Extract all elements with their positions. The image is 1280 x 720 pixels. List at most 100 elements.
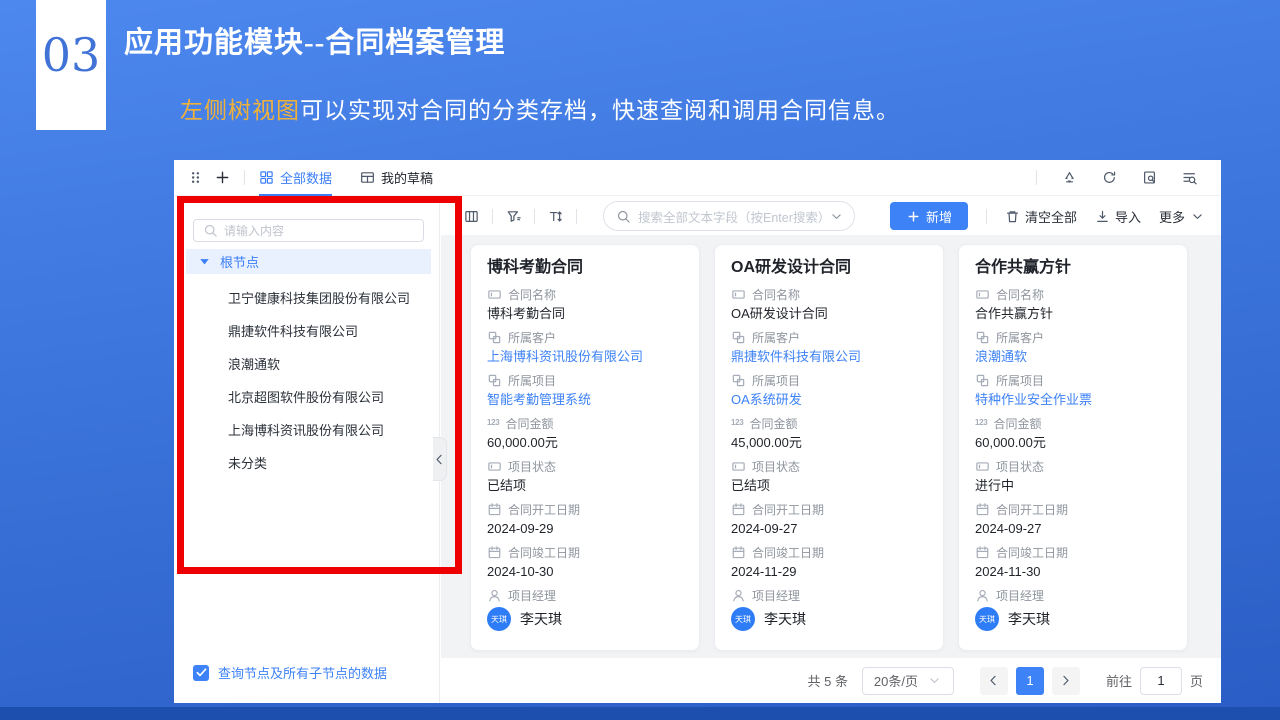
goto-page-input[interactable] (1139, 666, 1182, 695)
customer-link[interactable]: 浪潮通软 (975, 349, 1171, 365)
table-view-icon (360, 170, 375, 185)
current-page-button[interactable]: 1 (1015, 666, 1044, 695)
recycle-icon[interactable] (1062, 170, 1077, 185)
customer-link[interactable]: 上海博科资讯股份有限公司 (487, 349, 683, 365)
goto-prefix: 前往 (1105, 674, 1132, 689)
tree-item[interactable]: 卫宁健康科技集团股份有限公司 (228, 282, 433, 315)
tree-search-placeholder: 请输入内容 (224, 224, 285, 238)
field-label: 合同开工日期 (996, 502, 1069, 517)
record-lookup-icon[interactable] (1142, 170, 1157, 185)
subtitle-highlight: 左侧树视图 (180, 98, 300, 123)
avatar: 天琪 (731, 607, 755, 631)
filter-icon[interactable] (506, 209, 521, 224)
page-size-select[interactable]: 20条/页 (861, 666, 954, 695)
calendar-icon (487, 545, 502, 560)
tree-item[interactable]: 浪潮通软 (228, 348, 433, 381)
person-icon (487, 588, 502, 603)
search-icon (616, 209, 631, 224)
search-icon (203, 223, 218, 238)
list-search-icon[interactable] (1182, 170, 1197, 185)
text-field-icon (975, 287, 990, 302)
tree-root-node[interactable]: 根节点 (186, 249, 431, 274)
card-title: 博科考勤合同 (487, 259, 584, 276)
total-count: 共 5 条 (807, 674, 848, 689)
tree-item[interactable]: 鼎捷软件科技有限公司 (228, 315, 433, 348)
card-view-icon[interactable] (464, 209, 479, 224)
field-label: 合同竣工日期 (508, 545, 581, 560)
calendar-icon (731, 545, 746, 560)
relation-icon (975, 330, 990, 345)
field-value: 2024-10-30 (487, 564, 554, 579)
contract-card[interactable]: OA研发设计合同 合同名称 OA研发设计合同 所属客户 鼎捷软件科技有限公司 所属项… (714, 244, 944, 651)
chevron-right-icon (1058, 673, 1073, 688)
field-label: 合同名称 (508, 287, 557, 302)
prev-page-button[interactable] (979, 666, 1008, 695)
pager: 1 (979, 666, 1080, 695)
text-sort-icon[interactable] (548, 209, 563, 224)
tree-item[interactable]: 北京超图软件股份有限公司 (228, 381, 433, 414)
add-record-button[interactable]: 新增 (889, 202, 968, 230)
clear-all-button[interactable]: 清空全部 (1005, 207, 1077, 226)
bottom-accent-bar (0, 707, 1280, 720)
trash-icon (1005, 209, 1020, 224)
customer-link[interactable]: 鼎捷软件科技有限公司 (731, 349, 927, 365)
more-button[interactable]: 更多 (1159, 207, 1205, 226)
relation-icon (731, 330, 746, 345)
number-icon: 123 (975, 418, 988, 427)
import-icon (1095, 209, 1110, 224)
tab-my-drafts[interactable]: 我的草稿 (360, 160, 433, 196)
field-label: 合同金额 (505, 416, 554, 431)
field-label: 所属客户 (752, 330, 801, 345)
project-link[interactable]: 智能考勤管理系统 (487, 392, 683, 408)
pagination-bar: 共 5 条 20条/页 1 前往 页 (441, 658, 1221, 703)
divider (985, 208, 987, 224)
manager-name: 李天琪 (764, 611, 806, 627)
slide-background: { "slide": { "badge_number": "03", "titl… (0, 0, 1280, 720)
field-label: 合同金额 (749, 416, 798, 431)
slide-title: 应用功能模块--合同档案管理 (124, 27, 506, 59)
tab-all-data[interactable]: 全部数据 (259, 160, 333, 197)
field-value: 2024-11-30 (975, 564, 1041, 579)
field-label: 项目状态 (996, 459, 1045, 474)
import-button[interactable]: 导入 (1095, 207, 1141, 226)
tree-root-label: 根节点 (220, 255, 260, 270)
global-search-input[interactable]: 搜索全部文本字段（按Enter搜索） (603, 201, 855, 231)
tab-label: 全部数据 (280, 171, 333, 186)
drag-handle-icon[interactable] (188, 170, 203, 185)
contract-card[interactable]: 合作共赢方针 合同名称 合作共赢方针 所属客户 浪潮通软 所属项目 特种作业安全作业票… (958, 244, 1188, 651)
tree-footer-checkbox[interactable]: 查询节点及所有子节点的数据 (193, 663, 387, 682)
tree-items: 卫宁健康科技集团股份有限公司 鼎捷软件科技有限公司 浪潮通软 北京超图软件股份有… (228, 282, 433, 480)
page-size-value: 20条/页 (873, 674, 918, 689)
tree-search-input[interactable]: 请输入内容 (193, 219, 424, 242)
text-field-icon (487, 287, 502, 302)
next-page-button[interactable] (1051, 666, 1080, 695)
slide-number-box: 03 (36, 0, 106, 130)
add-view-button[interactable] (215, 170, 230, 185)
project-link[interactable]: OA系统研发 (731, 392, 927, 408)
field-value: 2024-09-29 (487, 521, 554, 536)
person-icon (975, 588, 990, 603)
relation-icon (975, 373, 990, 388)
refresh-icon[interactable] (1102, 170, 1117, 185)
field-label: 所属客户 (996, 330, 1045, 345)
add-button-label: 新增 (925, 209, 952, 225)
field-value: 2024-09-27 (731, 521, 798, 536)
checkbox-checked[interactable] (193, 664, 209, 681)
field-label: 合同名称 (996, 287, 1045, 302)
plus-icon (906, 209, 921, 224)
tree-item[interactable]: 未分类 (228, 447, 433, 480)
tree-item[interactable]: 上海博科资讯股份有限公司 (228, 414, 433, 447)
field-label: 合同开工日期 (508, 502, 581, 517)
field-label: 合同名称 (752, 287, 801, 302)
relation-icon (731, 373, 746, 388)
field-value: 2024-11-29 (731, 564, 797, 579)
tree-collapse-handle[interactable] (433, 437, 447, 481)
tab-label: 我的草稿 (381, 171, 434, 186)
project-link[interactable]: 特种作业安全作业票 (975, 392, 1171, 408)
manager-name: 李天琪 (520, 611, 562, 627)
chevron-down-icon[interactable] (829, 209, 844, 224)
grid-view-icon (259, 170, 274, 185)
text-field-icon (975, 459, 990, 474)
avatar: 天琪 (487, 607, 511, 631)
contract-card[interactable]: 博科考勤合同 合同名称 博科考勤合同 所属客户 上海博科资讯股份有限公司 所属项目智… (470, 244, 700, 651)
